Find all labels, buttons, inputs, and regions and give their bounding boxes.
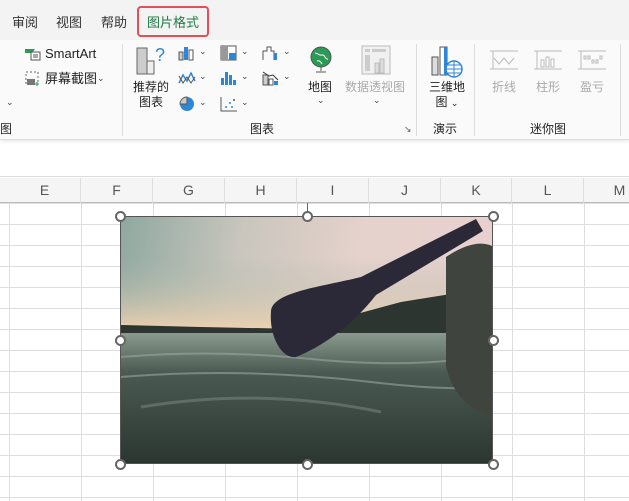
recommended-charts-button[interactable]: 推荐的图表: [132, 80, 170, 110]
hierarchy-chart-icon[interactable]: [220, 45, 238, 61]
pie-chart-icon[interactable]: [178, 95, 196, 113]
chevron-down-icon[interactable]: ⌄: [241, 71, 249, 82]
column-header-l[interactable]: L: [512, 178, 584, 203]
gridline: [512, 203, 513, 501]
chevron-down-icon[interactable]: ⌄: [97, 73, 105, 84]
dialog-launcher-icon[interactable]: ↘: [404, 124, 412, 135]
svg-text:?: ?: [155, 45, 165, 65]
gridline: [9, 203, 10, 501]
resize-handle-right[interactable]: [488, 335, 499, 346]
sparkline-column-icon: [534, 50, 562, 70]
gridline: [81, 203, 82, 501]
combo-chart-icon[interactable]: [262, 70, 280, 86]
sparkline-column-button[interactable]: 柱形: [536, 80, 560, 95]
resize-handle-top-right[interactable]: [488, 211, 499, 222]
column-header-j[interactable]: J: [369, 178, 441, 203]
resize-handle-bottom-right[interactable]: [488, 459, 499, 470]
tab-view[interactable]: 视图: [56, 12, 82, 31]
column-header-e[interactable]: E: [9, 178, 81, 203]
group-label-tours: 演示: [433, 122, 458, 136]
chevron-down-icon[interactable]: ⌄: [317, 95, 325, 106]
3d-map-icon: [431, 46, 463, 78]
3d-map-label-1: 三维地: [428, 80, 465, 94]
map-chart-button[interactable]: 地图: [308, 80, 332, 95]
resize-handle-bottom-left[interactable]: [115, 459, 126, 470]
ribbon: SmartArt 屏幕截图 ⌄ ⌄ 图 ? 推荐的图表 ⌄ ⌄ ⌄ ⌄ ⌄ ⌄ …: [0, 40, 629, 140]
chevron-down-icon[interactable]: ⌄: [241, 97, 249, 108]
column-header-i[interactable]: I: [297, 178, 369, 203]
sparkline-winloss-icon: [578, 50, 606, 70]
resize-handle-bottom[interactable]: [302, 459, 313, 470]
paddle-lake-photo: [121, 219, 492, 463]
line-chart-icon[interactable]: [178, 70, 196, 86]
column-header-row: E F G H I J K L M: [0, 178, 629, 203]
3d-map-label-2: 图: [435, 95, 448, 109]
pivot-chart-button[interactable]: 数据透视图: [345, 80, 405, 95]
group-label-illustrations: 图: [0, 122, 13, 136]
gridline: [584, 203, 585, 501]
smartart-button[interactable]: SmartArt: [45, 46, 96, 61]
chevron-down-icon[interactable]: ⌄: [199, 71, 207, 82]
column-header-k[interactable]: K: [441, 178, 512, 203]
chevron-down-icon[interactable]: ⌄: [199, 97, 207, 108]
divider: [474, 44, 475, 136]
column-header-g[interactable]: G: [153, 178, 225, 203]
divider: [620, 44, 621, 136]
group-label-sparklines: 迷你图: [530, 122, 567, 136]
group-label-charts: 图表: [250, 122, 275, 136]
resize-handle-top-left[interactable]: [115, 211, 126, 222]
sparkline-line-icon: [490, 50, 518, 70]
chevron-down-icon[interactable]: ⌄: [199, 46, 207, 57]
chevron-down-icon: ⌄: [450, 98, 459, 108]
smartart-icon: [25, 49, 41, 61]
chevron-down-icon[interactable]: ⌄: [283, 46, 291, 57]
ribbon-tab-bar: 审阅 视图 帮助 图片格式: [0, 0, 629, 40]
recommended-charts-icon: ?: [136, 45, 165, 75]
tab-picture-format[interactable]: 图片格式: [137, 6, 210, 37]
tab-review[interactable]: 审阅: [12, 12, 38, 31]
divider: [122, 44, 123, 136]
screenshot-icon: [25, 71, 39, 86]
tab-help[interactable]: 帮助: [101, 12, 127, 31]
screenshot-button[interactable]: 屏幕截图: [45, 71, 97, 86]
sparkline-winloss-button[interactable]: 盈亏: [580, 80, 604, 95]
divider: [416, 44, 417, 136]
chevron-down-icon[interactable]: ⌄: [283, 71, 291, 82]
resize-handle-left[interactable]: [115, 335, 126, 346]
sparkline-line-button[interactable]: 折线: [492, 80, 516, 95]
pivot-chart-icon: [361, 45, 391, 75]
rotation-handle[interactable]: [302, 211, 313, 222]
waterfall-chart-icon[interactable]: [262, 45, 280, 61]
selected-picture[interactable]: [120, 216, 493, 464]
formula-bar[interactable]: [0, 147, 629, 177]
chevron-down-icon[interactable]: ⌄: [241, 46, 249, 57]
map-globe-icon: [310, 46, 332, 73]
chevron-down-icon: ⌄: [373, 95, 381, 105]
column-chart-icon[interactable]: [178, 45, 196, 61]
statistic-chart-icon[interactable]: [220, 70, 238, 86]
scatter-chart-icon[interactable]: [220, 96, 238, 112]
column-header-m[interactable]: M: [584, 178, 629, 203]
column-header-h[interactable]: H: [225, 178, 297, 203]
chevron-down-icon[interactable]: ⌄: [6, 97, 14, 108]
column-header-f[interactable]: F: [81, 178, 153, 203]
3d-map-button[interactable]: 三维地图 ⌄: [427, 80, 467, 111]
